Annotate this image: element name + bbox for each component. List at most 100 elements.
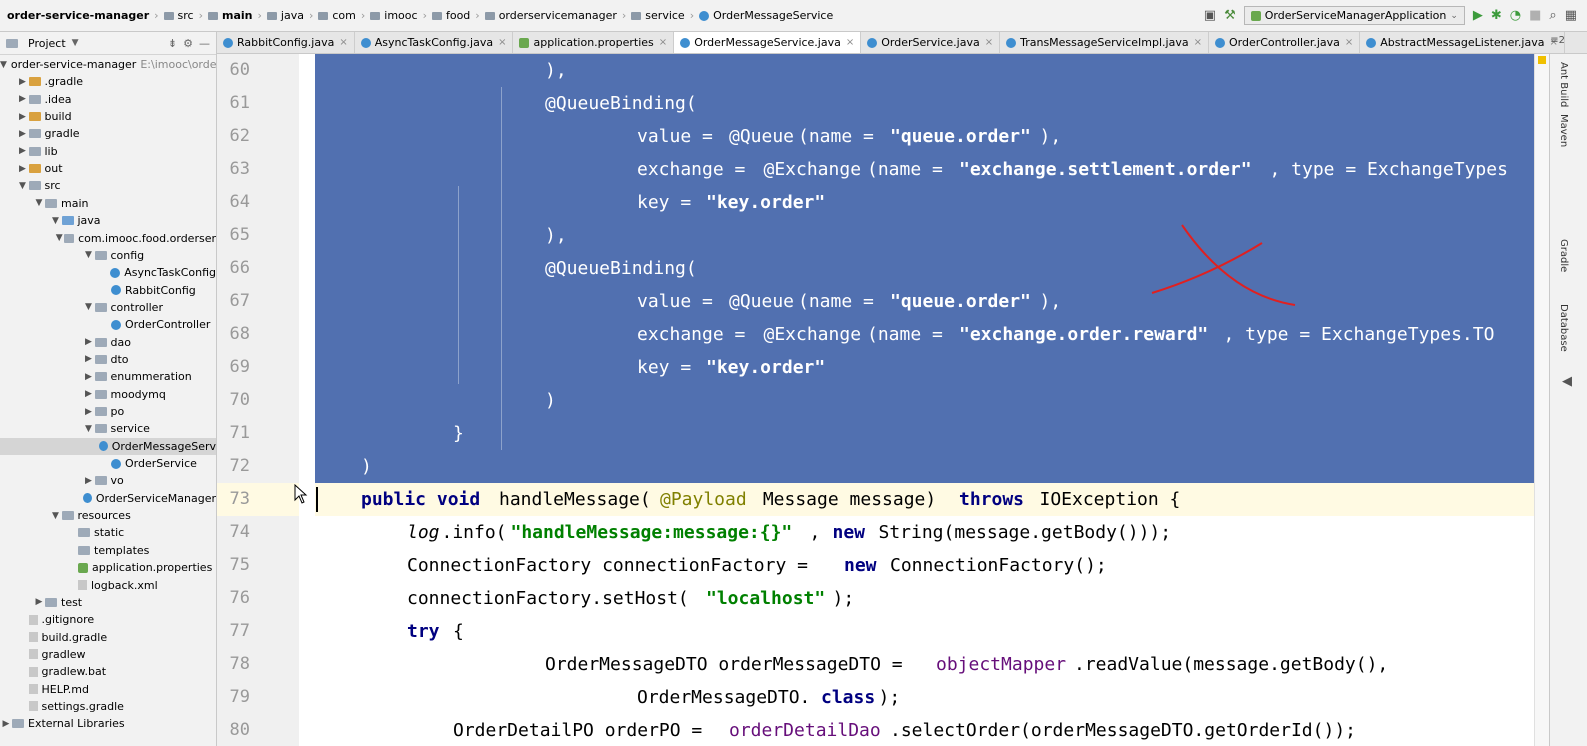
collapse-all-icon[interactable]: ⇟ — [168, 37, 177, 50]
code-line[interactable]: 74 log .info("handleMessage:message:{}", n… — [217, 516, 1549, 549]
chevron-right-icon[interactable]: ▶ — [83, 476, 95, 486]
breadcrumb-item[interactable]: service — [628, 9, 687, 22]
gutter[interactable]: 69 — [217, 351, 299, 384]
chevron-down-icon[interactable]: ▼ — [72, 38, 79, 48]
code-line[interactable]: 60), — [217, 54, 1549, 87]
editor-tab[interactable]: application.properties × — [513, 32, 675, 53]
code-editor[interactable]: 60), 61 @QueueBinding(62 value = @Queue (nam… — [217, 54, 1549, 746]
tree-item[interactable]: ▼ service — [0, 420, 216, 437]
collapse-arrow-icon[interactable]: ◀ — [1562, 374, 1572, 389]
ide-settings-icon[interactable]: ▦ — [1565, 8, 1577, 23]
tool-window-button[interactable]: Ant Build — [1558, 62, 1569, 107]
tree-item[interactable]: ▶ out — [0, 160, 216, 177]
tree-item-class[interactable]: AsyncTaskConfig — [0, 264, 216, 281]
chevron-right-icon[interactable]: ▶ — [17, 129, 29, 139]
code-line[interactable]: 61 @QueueBinding( — [217, 87, 1549, 120]
tree-item[interactable]: .gitignore — [0, 611, 216, 628]
tree-item[interactable]: ▼ src — [0, 177, 216, 194]
search-icon[interactable]: ⌕ — [1549, 8, 1556, 23]
chevron-down-icon[interactable]: ▼ — [50, 511, 62, 521]
gutter[interactable]: 78 — [217, 648, 299, 681]
tree-item[interactable]: application.properties — [0, 559, 216, 576]
tab-overflow-counter[interactable]: ≡2 — [1550, 35, 1565, 46]
tree-item[interactable]: templates — [0, 542, 216, 559]
code-line[interactable]: 65), — [217, 219, 1549, 252]
tree-item[interactable]: ▶ moodymq — [0, 386, 216, 403]
tool-window-button[interactable]: Gradle — [1558, 239, 1569, 272]
close-tab-icon[interactable]: × — [339, 37, 347, 48]
gutter[interactable]: 68 — [217, 318, 299, 351]
chevron-right-icon[interactable]: ▶ — [17, 146, 29, 156]
code-line[interactable]: 76 connectionFactory.setHost("localhost")… — [217, 582, 1549, 615]
tree-item[interactable]: logback.xml — [0, 577, 216, 594]
tree-item[interactable]: ▶ External Libraries — [0, 715, 216, 732]
breadcrumb-item[interactable]: com — [315, 9, 359, 22]
code-line[interactable]: 77 try { — [217, 615, 1549, 648]
breadcrumb-item[interactable]: java — [264, 9, 307, 22]
gutter[interactable]: 71 — [217, 417, 299, 450]
chevron-right-icon[interactable]: ▶ — [17, 77, 29, 87]
tree-item[interactable]: ▶ .gradle — [0, 73, 216, 90]
chevron-down-icon[interactable]: ▼ — [83, 424, 95, 434]
tree-item[interactable]: ▼ com.imooc.food.orderser — [0, 230, 216, 247]
build-hammer-icon[interactable]: ⚒ — [1224, 8, 1236, 23]
breadcrumb-item[interactable]: src — [161, 9, 197, 22]
code-line[interactable]: 75 ConnectionFactory connectionFactory = … — [217, 549, 1549, 582]
tree-item[interactable]: ▼ java — [0, 212, 216, 229]
chevron-right-icon[interactable]: ▶ — [33, 597, 45, 607]
gutter[interactable]: 65 — [217, 219, 299, 252]
code-line[interactable]: 80 OrderDetailPO orderPO = orderDetailDao… — [217, 714, 1549, 746]
chevron-right-icon[interactable]: ▶ — [17, 164, 29, 174]
gutter[interactable]: 61 — [217, 87, 299, 120]
chevron-down-icon[interactable]: ▼ — [83, 302, 95, 312]
chevron-right-icon[interactable]: ▶ — [83, 337, 95, 347]
tree-root[interactable]: ▼ order-service-manager E:\imooc\orde — [0, 56, 216, 73]
code-line[interactable]: 62 value = @Queue (name = "queue.order"), — [217, 120, 1549, 153]
gutter[interactable]: 67 — [217, 285, 299, 318]
gutter[interactable]: 76 — [217, 582, 299, 615]
editor-tab[interactable]: AbstractMessageListener.java × — [1360, 32, 1565, 53]
gutter[interactable]: 70 — [217, 384, 299, 417]
stop-icon[interactable]: ■ — [1529, 8, 1541, 23]
gutter[interactable]: 75 — [217, 549, 299, 582]
warning-marker[interactable] — [1538, 56, 1546, 64]
chevron-right-icon[interactable]: ▶ — [83, 354, 95, 364]
code-line[interactable]: 68 exchange = @Exchange (name = "exchange.… — [217, 318, 1549, 351]
editor-tab[interactable]: RabbitConfig.java × — [217, 32, 355, 53]
close-tab-icon[interactable]: × — [1345, 37, 1353, 48]
tree-item[interactable]: static — [0, 524, 216, 541]
breadcrumb-item[interactable]: food — [429, 9, 473, 22]
tree-item[interactable]: ▼ resources — [0, 507, 216, 524]
close-tab-icon[interactable]: × — [1194, 37, 1202, 48]
breadcrumb-item[interactable]: orderservicemanager — [482, 9, 620, 22]
chevron-right-icon[interactable]: ▶ — [83, 407, 95, 417]
chevron-right-icon[interactable]: ▶ — [83, 372, 95, 382]
tree-item[interactable]: gradlew.bat — [0, 663, 216, 680]
close-tab-icon[interactable]: × — [985, 37, 993, 48]
tree-item[interactable]: ▶ enummeration — [0, 368, 216, 385]
tool-window-button[interactable]: Maven — [1558, 114, 1569, 147]
gutter[interactable]: 64 — [217, 186, 299, 219]
tree-item[interactable]: ▶ lib — [0, 143, 216, 160]
tree-item[interactable]: ▶ .idea — [0, 91, 216, 108]
chevron-down-icon[interactable]: ▼ — [0, 60, 7, 70]
chevron-down-icon[interactable]: ▼ — [54, 233, 64, 243]
tree-item[interactable]: ▶ test — [0, 594, 216, 611]
tree-item[interactable]: ▶ po — [0, 403, 216, 420]
tree-item[interactable]: ▶ dto — [0, 351, 216, 368]
gutter[interactable]: 74 — [217, 516, 299, 549]
code-line[interactable]: 67 value = @Queue (name = "queue.order"), — [217, 285, 1549, 318]
chevron-right-icon[interactable]: ▶ — [17, 94, 29, 104]
tree-item[interactable]: ▼ main — [0, 195, 216, 212]
gutter[interactable]: 73 — [217, 483, 299, 516]
code-line[interactable]: 79 OrderMessageDTO. class); — [217, 681, 1549, 714]
chevron-down-icon[interactable]: ▼ — [17, 181, 29, 191]
tree-item[interactable]: ▼ config — [0, 247, 216, 264]
tree-item-class[interactable]: OrderController — [0, 316, 216, 333]
tree-item-class[interactable]: OrderService — [0, 455, 216, 472]
breadcrumb-item[interactable]: imooc — [367, 9, 420, 22]
tree-item[interactable]: HELP.md — [0, 681, 216, 698]
tree-item[interactable]: ▶ gradle — [0, 125, 216, 142]
code-line[interactable]: 78 OrderMessageDTO orderMessageDTO = obje… — [217, 648, 1549, 681]
tree-item-class[interactable]: RabbitConfig — [0, 282, 216, 299]
